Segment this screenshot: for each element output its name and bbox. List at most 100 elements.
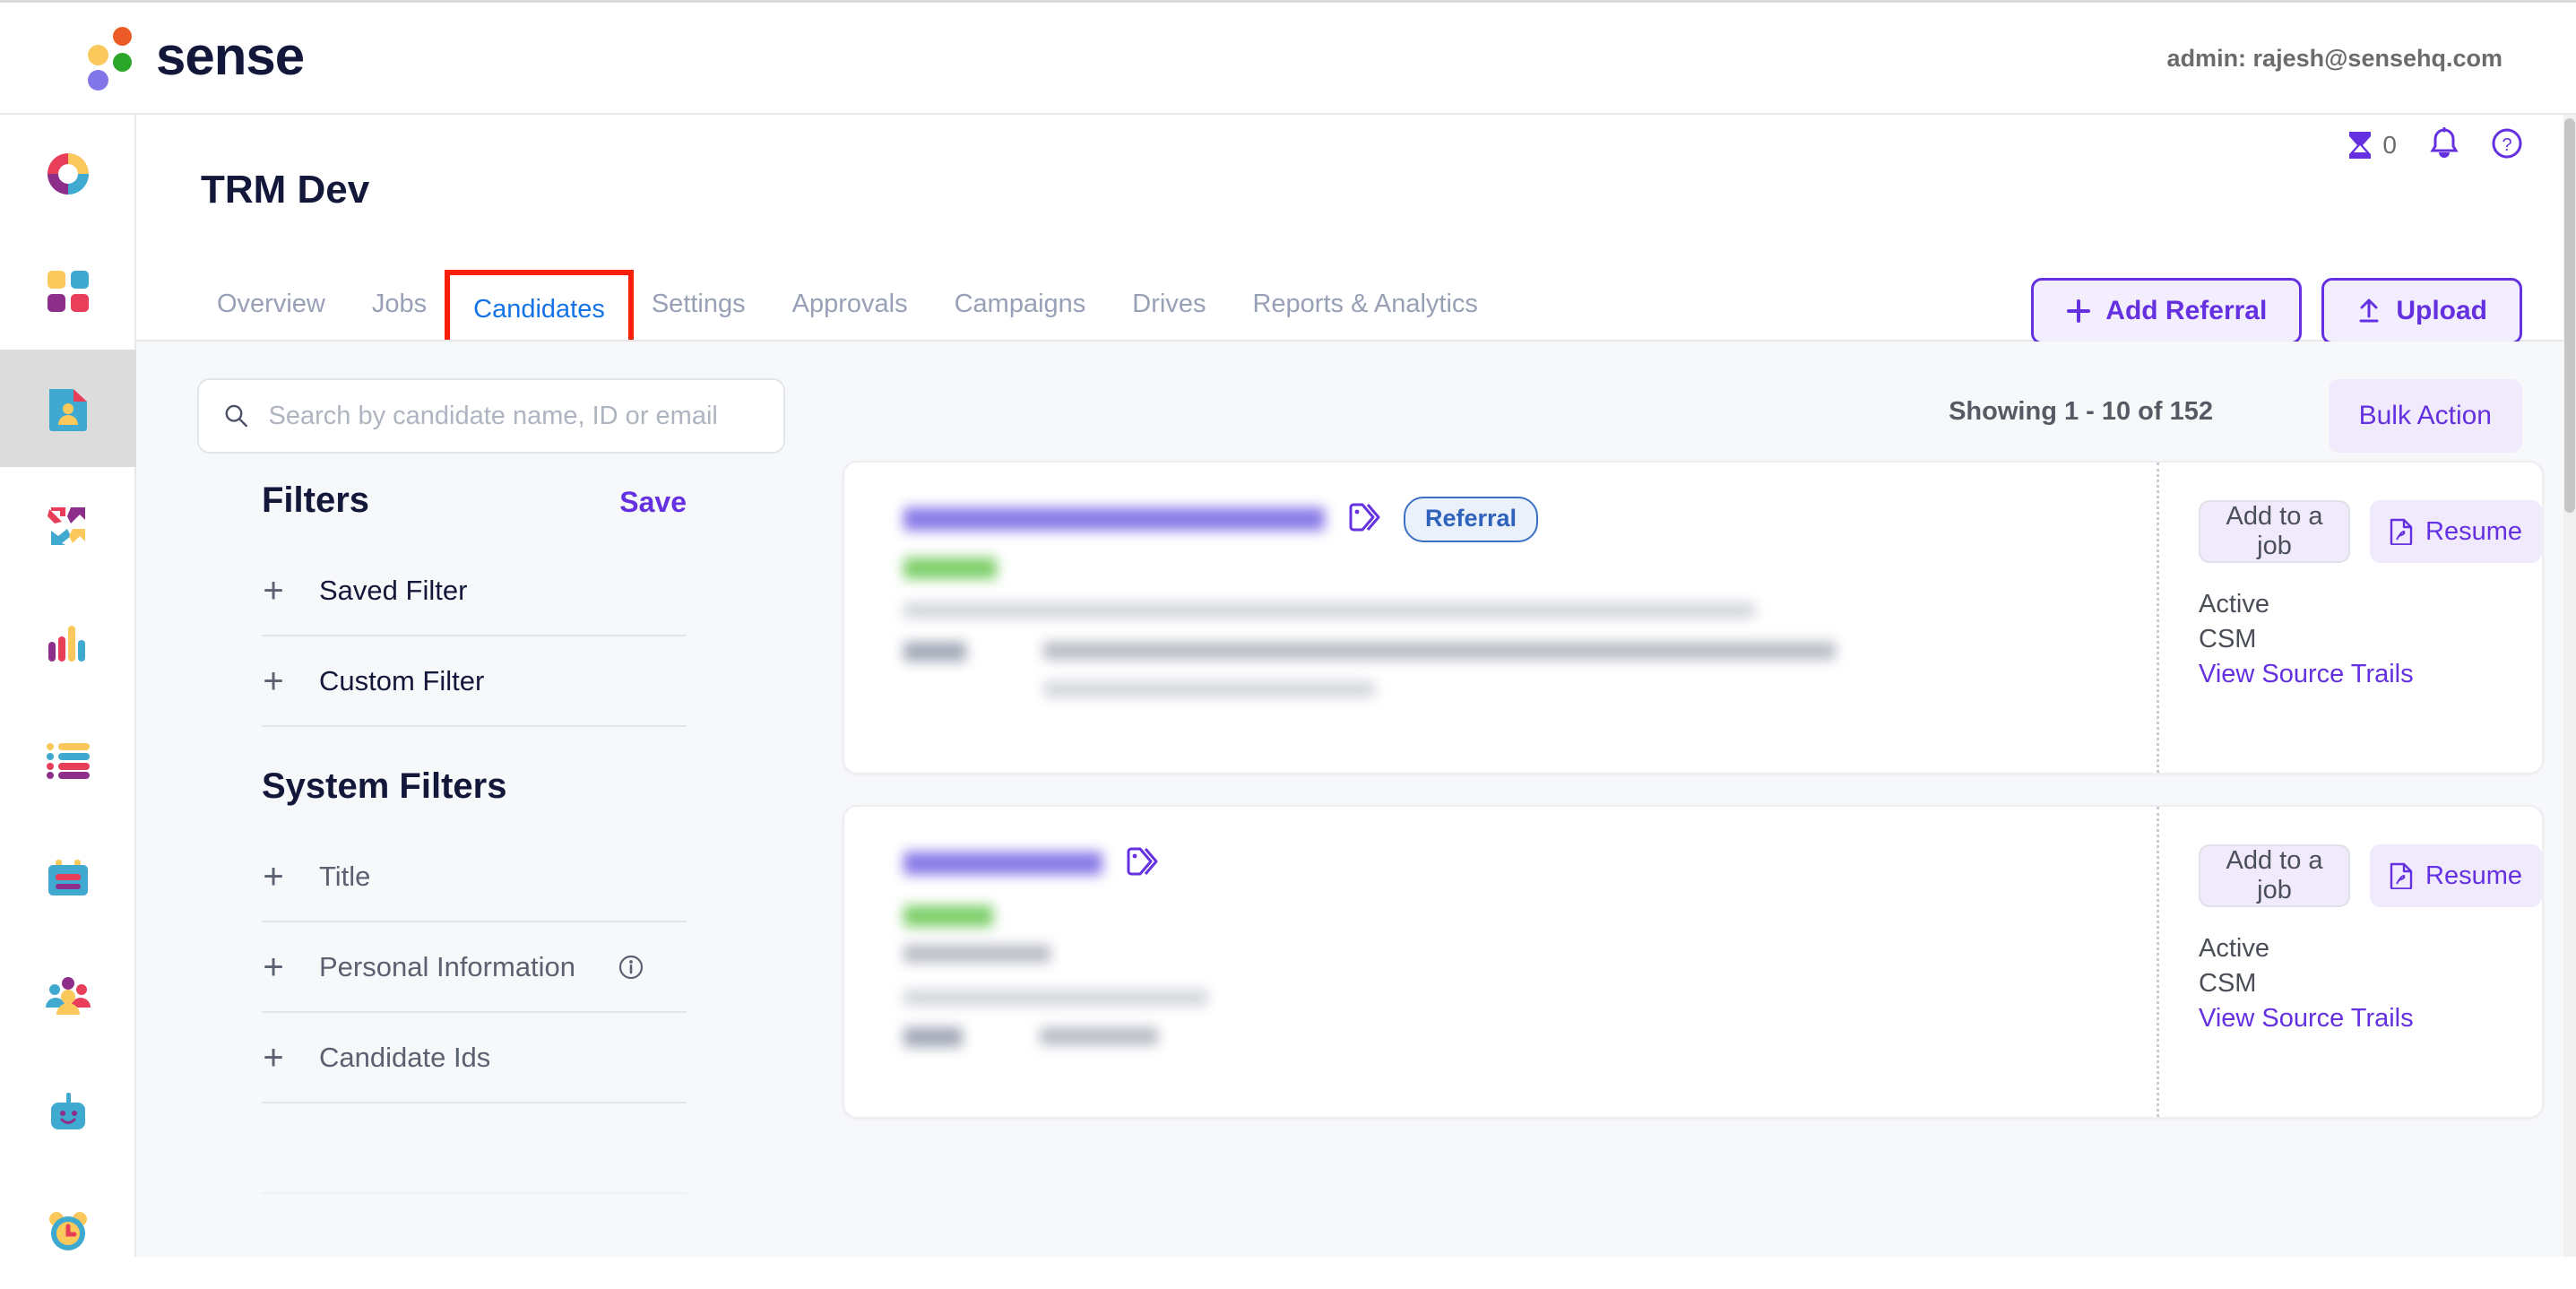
view-source-trails-link[interactable]: View Source Trails [2199,1004,2414,1034]
candidate-role: CSM [2199,625,2257,653]
pending-tasks-count: 0 [2382,131,2397,159]
top-bar: sense admin: rajesh@sensehq.com [0,0,2576,115]
content-area: Showing 1 - 10 of 152 Bulk Action Filter… [136,342,2576,1257]
sidebar-item-apps[interactable] [0,232,136,350]
candidate-action-buttons: Add to a job Resume [2199,844,2542,907]
tab-drives[interactable]: Drives [1109,290,1229,341]
resume-label: Resume [2425,516,2522,546]
candidate-detail-redacted [903,945,1050,963]
svg-text:?: ? [2502,135,2511,155]
filter-item-personal-information[interactable]: + Personal Information [262,922,687,1013]
upload-button[interactable]: Upload [2321,278,2522,344]
notifications-button[interactable] [2429,126,2459,164]
filter-item-partial[interactable] [262,1103,687,1194]
save-filter-button[interactable]: Save [619,486,687,519]
candidate-detail-redacted [1043,681,1375,697]
content-toolbar: Showing 1 - 10 of 152 Bulk Action [136,342,2576,461]
filters-header: Filters Save [197,461,807,521]
filter-item-candidate-ids[interactable]: + Candidate Ids [262,1013,687,1103]
table-row[interactable]: Referral Add to a job Resume Active CSM … [843,461,2544,774]
tab-overview[interactable]: Overview [201,290,349,341]
plus-icon: + [263,1037,284,1077]
candidate-detail-redacted [1043,642,1836,660]
info-icon[interactable] [618,955,644,980]
sidebar-item-engage[interactable] [0,467,136,584]
four-arrows-icon [48,506,85,545]
sidebar-item-dashboard[interactable] [0,115,136,232]
filter-item-title[interactable]: + Title [262,832,687,922]
candidate-subtitle-redacted [903,558,997,579]
filter-item-label: Personal Information [319,950,576,982]
candidate-role: CSM [2199,969,2257,998]
sidebar-item-candidates[interactable] [0,350,136,467]
chatbot-icon [51,1092,85,1129]
search-input[interactable] [268,401,758,431]
candidate-summary [903,839,2157,1047]
table-row[interactable]: Add to a job Resume Active CSM View Sour… [843,805,2544,1119]
add-to-job-button[interactable]: Add to a job [2199,500,2350,563]
tab-settings[interactable]: Settings [628,290,769,341]
grid-squares-icon [48,270,89,312]
candidate-actions: Add to a job Resume Active CSM View Sour… [2157,463,2542,773]
sidebar-item-chatbot[interactable] [0,1054,136,1172]
upload-label: Upload [2396,296,2487,325]
filter-group-custom-filter[interactable]: + Custom Filter [262,636,687,727]
left-nav-rail [0,115,136,1257]
page-title-block: TRM Dev [201,170,369,210]
results-count-label: Showing 1 - 10 of 152 [1949,397,2213,426]
help-button[interactable]: ? [2492,128,2522,163]
bell-icon [2430,126,2459,158]
bar-chart-icon [48,625,85,662]
filter-group-saved-filter[interactable]: + Saved Filter [262,546,687,636]
tab-candidates[interactable]: Candidates [445,270,634,351]
people-group-icon [46,976,91,1015]
resume-button[interactable]: Resume [2370,844,2542,907]
candidate-name-row: Referral [903,495,2157,543]
search-box[interactable] [197,378,785,454]
tab-approvals[interactable]: Approvals [769,290,931,341]
search-icon [225,404,247,428]
plus-icon: + [263,856,284,896]
candidate-detail-redacted [903,1027,963,1047]
tab-reports-analytics[interactable]: Reports & Analytics [1229,290,1500,341]
donut-chart-icon [48,152,89,195]
filters-title: Filters [262,480,370,520]
candidate-status: Active [2199,590,2269,619]
tab-campaigns[interactable]: Campaigns [931,290,1110,341]
admin-email-label: admin: rajesh@sensehq.com [2166,45,2503,72]
sidebar-item-lists[interactable] [0,702,136,819]
sense-logo[interactable]: sense [86,25,305,91]
utility-icon-row: 0 ? [136,115,2576,176]
add-referral-button[interactable]: Add Referral [2031,278,2303,344]
bulk-action-button[interactable]: Bulk Action [2328,379,2522,453]
tag-icon[interactable] [1126,846,1158,881]
sidebar-item-calendar[interactable] [0,819,136,937]
sidebar-item-timesheets[interactable] [0,1172,136,1289]
status-badge: Referral [1404,496,1539,542]
tab-bar: Overview Jobs Candidates Settings Approv… [201,270,1501,351]
candidate-name-row [903,839,2157,887]
candidate-document-icon [49,388,87,431]
filter-item-label: Title [319,860,371,892]
resume-button[interactable]: Resume [2370,500,2542,563]
candidate-summary: Referral [903,495,2157,697]
candidate-subtitle-redacted [903,905,993,927]
pending-tasks-indicator[interactable]: 0 [2347,130,2397,160]
candidate-detail-redacted [903,642,966,662]
tag-icon[interactable] [1348,502,1380,537]
sense-logo-dots-icon [86,25,136,91]
help-icon: ? [2492,128,2522,158]
candidate-name-redacted [903,507,1325,531]
candidate-actions: Add to a job Resume Active CSM View Sour… [2157,807,2542,1117]
pdf-file-icon [2390,862,2413,889]
alarm-clock-icon [49,1211,87,1250]
sidebar-item-community[interactable] [0,937,136,1054]
add-to-job-button[interactable]: Add to a job [2199,844,2350,907]
page-scrollbar-thumb[interactable] [2564,118,2575,513]
sidebar-item-analytics[interactable] [0,584,136,702]
resume-label: Resume [2425,861,2522,890]
plus-icon: + [263,570,284,610]
sense-logo-wordmark: sense [156,26,305,86]
tab-jobs[interactable]: Jobs [349,290,450,341]
view-source-trails-link[interactable]: View Source Trails [2199,660,2414,689]
